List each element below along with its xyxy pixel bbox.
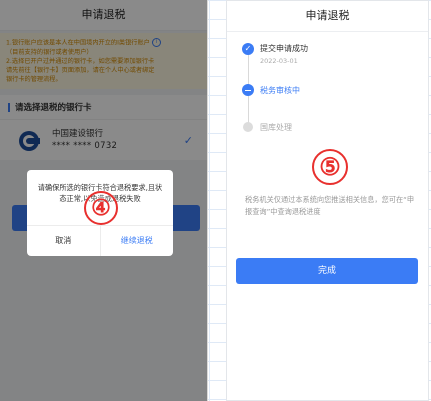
step-marker-5: ⑤ (312, 149, 348, 185)
continue-button[interactable]: 继续退税 (101, 226, 174, 256)
step-treasury: 国库处理 (260, 123, 292, 132)
step-marker-4: ④ (84, 191, 118, 225)
step-date: 2022-03-01 (260, 57, 298, 65)
step-reviewing: 税务审核中 (260, 86, 300, 95)
right-screen: 申请退税 ✓ 提交申请成功 2022-03-01 税务审核中 国库处理 ⑤ 税务… (226, 0, 429, 401)
step-done-icon: ✓ (242, 43, 254, 55)
dialog-buttons: 取消 继续退税 (27, 225, 173, 256)
step-in-progress-icon (242, 84, 254, 96)
page-title: 申请退税 (227, 1, 428, 32)
cancel-button[interactable]: 取消 (27, 226, 101, 256)
step-pending-icon (243, 122, 253, 132)
info-text: 税务机关仅通过本系统向您推送相关信息，您可在“申报查询”中查询退税进度 (245, 195, 415, 216)
left-screen: 申请退税 1.银行账户应该是本人在中国境内开立的I类银行账户 i （目前支持的银… (0, 0, 208, 401)
step-submitted: 提交申请成功 (260, 44, 308, 53)
done-button[interactable]: 完成 (236, 258, 418, 284)
